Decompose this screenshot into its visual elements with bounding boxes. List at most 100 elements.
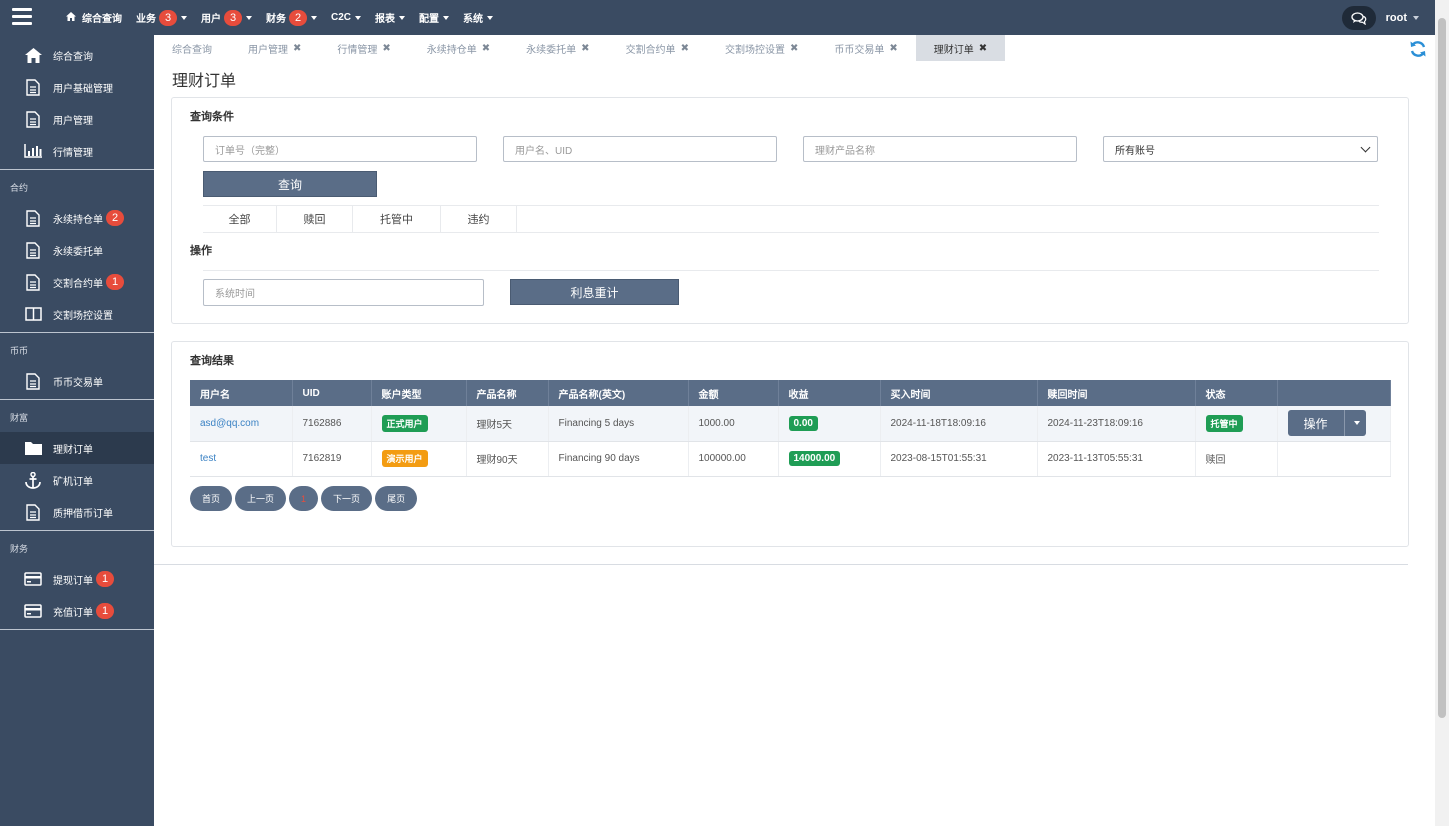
pager-prev[interactable]: 上一页 xyxy=(235,486,287,511)
username-link[interactable]: test xyxy=(190,441,293,477)
topnav-label: C2C xyxy=(331,12,352,23)
sidebar-item-label: 质押借币订单 xyxy=(53,508,113,520)
menu-toggle-icon[interactable] xyxy=(12,8,32,26)
topnav-item-finance[interactable]: 财务 2 xyxy=(266,9,317,26)
column-header: 收益 xyxy=(778,380,881,406)
count-badge: 1 xyxy=(96,571,114,587)
page-scrollbar[interactable] xyxy=(1435,0,1449,826)
sidebar-group-contract: 合约 xyxy=(10,182,29,193)
status-cell: 赎回 xyxy=(1195,441,1278,477)
file-icon xyxy=(24,209,42,227)
refresh-icon[interactable] xyxy=(1409,40,1427,61)
search-button[interactable]: 查询 xyxy=(203,171,377,197)
query-heading: 查询条件 xyxy=(190,111,234,123)
sidebar-item-user-basic[interactable]: 用户基础管理 xyxy=(0,71,154,103)
sidebar-item-deposit-orders[interactable]: 充值订单 1 xyxy=(0,595,154,627)
sidebar-item-coin-trades[interactable]: 币币交易单 xyxy=(0,365,154,397)
pager-current[interactable]: 1 xyxy=(289,486,319,511)
sidebar-item-pledge-orders[interactable]: 质押借币订单 xyxy=(0,496,154,528)
sidebar-item-delivery-contracts[interactable]: 交割合约单 1 xyxy=(0,266,154,298)
tab-market[interactable]: 行情管理 ✖ xyxy=(319,35,408,61)
pager-first[interactable]: 首页 xyxy=(190,486,233,511)
home-icon xyxy=(24,46,42,64)
profit-cell: 0.00 xyxy=(778,406,881,442)
tab-label: 交割合约单 xyxy=(625,44,676,56)
product-en-cell: Financing 90 days xyxy=(548,441,689,477)
close-icon[interactable]: ✖ xyxy=(482,43,490,54)
tab-delivery-contracts[interactable]: 交割合约单 ✖ xyxy=(608,35,707,61)
topnav-item-business[interactable]: 业务 3 xyxy=(136,9,187,26)
topnav-label: 业务 xyxy=(136,14,156,25)
tab-delivery-control[interactable]: 交割场控设置 ✖ xyxy=(707,35,816,61)
account-type-badge: 正式用户 xyxy=(381,414,428,432)
top-bar: 综合查询 业务 3 用户 3 财务 2 C2C 报表 配置 系统 root xyxy=(0,0,1449,35)
file-icon xyxy=(24,372,42,390)
column-header: 状态 xyxy=(1195,380,1278,406)
credit-card-icon xyxy=(24,602,42,620)
sidebar-item-label: 交割场控设置 xyxy=(53,310,113,322)
sidebar-item-wealth-orders[interactable]: 理财订单 xyxy=(0,432,154,464)
file-icon xyxy=(24,241,42,259)
tab-perpetual-orders[interactable]: 永续委托单 ✖ xyxy=(508,35,607,61)
product-name-input[interactable]: 理财产品名称 xyxy=(803,136,1077,162)
order-number-input[interactable]: 订单号（完整） xyxy=(203,136,477,162)
interest-recalc-button[interactable]: 利息重计 xyxy=(510,279,679,305)
close-icon[interactable]: ✖ xyxy=(382,43,390,54)
filter-tab-custody[interactable]: 托管中 xyxy=(353,206,441,232)
close-icon[interactable]: ✖ xyxy=(293,43,301,54)
pager-next[interactable]: 下一页 xyxy=(321,486,373,511)
topnav-item-overview[interactable]: 综合查询 xyxy=(66,10,122,25)
username-link[interactable]: asd@qq.com xyxy=(190,406,293,442)
tab-label: 永续持仓单 xyxy=(426,44,477,56)
close-icon[interactable]: ✖ xyxy=(581,43,589,54)
sidebar-item-label: 永续委托单 xyxy=(53,246,103,258)
topnav-item-users[interactable]: 用户 3 xyxy=(201,9,252,26)
action-button[interactable]: 操作 xyxy=(1287,410,1344,437)
username-uid-input[interactable]: 用户名、UID xyxy=(503,136,777,162)
topnav-item-reports[interactable]: 报表 xyxy=(375,10,406,25)
column-header: 金额 xyxy=(688,380,779,406)
sidebar-item-miner-orders[interactable]: 矿机订单 xyxy=(0,464,154,496)
user-menu[interactable]: root xyxy=(1386,12,1407,24)
account-select[interactable]: 所有账号 xyxy=(1103,136,1378,162)
tab-user-manage[interactable]: 用户管理 ✖ xyxy=(230,35,319,61)
sidebar-item-delivery-control[interactable]: 交割场控设置 xyxy=(0,298,154,330)
pager-last[interactable]: 尾页 xyxy=(375,486,418,511)
filter-tab-default[interactable]: 违约 xyxy=(441,206,517,232)
amount-cell: 1000.00 xyxy=(688,406,779,442)
close-icon[interactable]: ✖ xyxy=(979,43,987,54)
sidebar-group-wealth: 财富 xyxy=(10,412,29,423)
sidebar-item-user-manage[interactable]: 用户管理 xyxy=(0,103,154,135)
sidebar-item-label: 行情管理 xyxy=(53,147,93,159)
sidebar-item-withdraw-orders[interactable]: 提现订单 1 xyxy=(0,563,154,595)
operations-heading: 操作 xyxy=(190,245,212,257)
close-icon[interactable]: ✖ xyxy=(681,43,689,54)
topnav-item-c2c[interactable]: C2C xyxy=(331,12,362,23)
system-time-input[interactable]: 系统时间 xyxy=(203,279,484,306)
count-badge: 3 xyxy=(159,9,177,26)
column-header: 用户名 xyxy=(190,380,293,406)
divider xyxy=(0,530,154,531)
action-dropdown-toggle[interactable] xyxy=(1343,410,1366,437)
filter-tab-all[interactable]: 全部 xyxy=(203,206,277,232)
count-badge: 2 xyxy=(289,9,307,26)
divider xyxy=(203,270,1379,271)
close-icon[interactable]: ✖ xyxy=(889,43,897,54)
sidebar-item-perpetual-orders[interactable]: 永续委托单 xyxy=(0,234,154,266)
tab-overview[interactable]: 综合查询 xyxy=(154,35,230,61)
scrollbar-thumb[interactable] xyxy=(1438,18,1446,718)
account-type-cell: 演示用户 xyxy=(371,441,467,477)
sidebar-item-market[interactable]: 行情管理 xyxy=(0,135,154,167)
sidebar-item-perpetual-positions[interactable]: 永续持仓单 2 xyxy=(0,202,154,234)
close-icon[interactable]: ✖ xyxy=(790,43,798,54)
caret-down-icon xyxy=(399,15,406,20)
sidebar-item-overview[interactable]: 综合查询 xyxy=(0,39,154,71)
tab-perpetual-positions[interactable]: 永续持仓单 ✖ xyxy=(409,35,508,61)
chat-icon[interactable] xyxy=(1341,6,1376,30)
topnav-item-system[interactable]: 系统 xyxy=(463,10,494,25)
buy-time-cell: 2024-11-18T18:09:16 xyxy=(880,406,1038,442)
filter-tab-redeemed[interactable]: 赎回 xyxy=(277,206,353,232)
topnav-item-config[interactable]: 配置 xyxy=(419,10,450,25)
tab-coin-trades[interactable]: 币币交易单 ✖ xyxy=(816,35,915,61)
tab-wealth-orders[interactable]: 理财订单 ✖ xyxy=(915,35,1006,61)
